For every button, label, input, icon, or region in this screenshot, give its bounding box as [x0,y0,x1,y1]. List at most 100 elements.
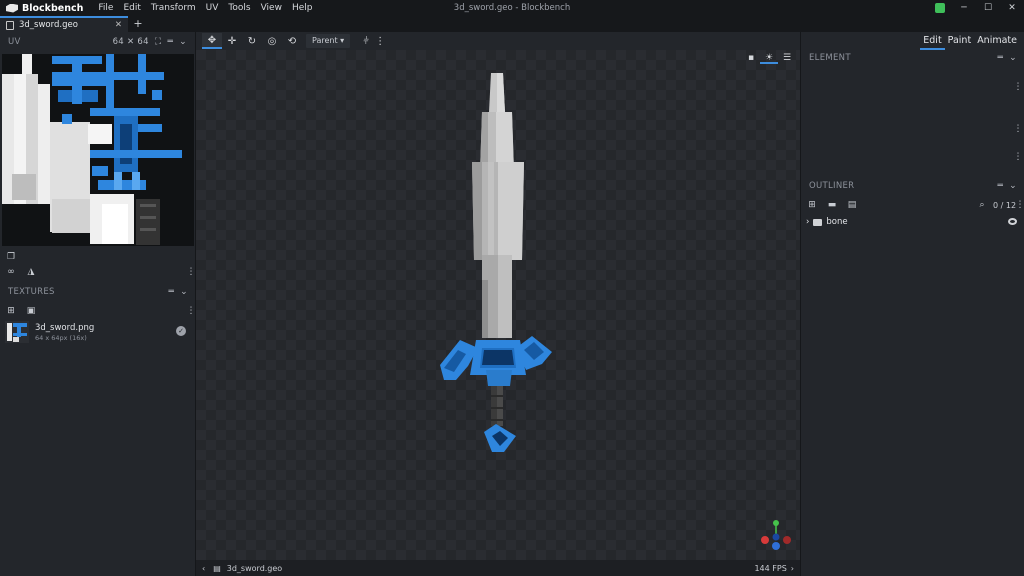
panel-menu-icon[interactable]: ═ [168,287,174,297]
uv-guard [90,108,160,116]
texture-thumbnail [5,321,29,343]
resize-tool-button[interactable]: ✛ [222,33,242,49]
chevron-down-icon[interactable]: ⌄ [179,37,187,47]
axis-gizmo[interactable] [756,516,796,556]
chevron-down-icon[interactable]: ⌄ [1009,53,1017,63]
outliner-item-label: bone [826,217,848,227]
element-panel: ELEMENT ═ ⌄ ⋮ ⋮ ⋮ [801,48,1024,178]
eye-icon[interactable] [1008,218,1017,225]
move-tool-icon: ✥ [207,34,217,46]
menu-help[interactable]: Help [287,0,318,16]
collapse-icon[interactable]: ▤ [847,200,857,210]
outliner-item-bone[interactable]: › bone [801,215,1024,229]
panel-menu-icon[interactable]: ═ [997,53,1003,63]
uv-guard [62,114,72,124]
uv-blade-face [88,124,112,144]
uv-guard [52,72,112,86]
add-cube-icon[interactable]: ⊞ [807,200,817,210]
uv-guard [72,64,82,104]
right-panel: Edit Paint Animate ELEMENT ═ ⌄ ⋮ ⋮ ⋮ OUT… [800,32,1024,576]
transform-space-select[interactable]: Parent ▾ [306,34,351,48]
search-icon[interactable]: ⌕ [977,200,987,210]
resize-icon: ✛ [227,35,237,47]
file-icon [6,20,14,30]
chevron-right-icon[interactable]: › [791,564,794,573]
uv-handle [140,204,156,207]
maximize-button[interactable]: ☐ [976,0,1000,16]
create-texture-icon[interactable]: ▣ [26,306,36,316]
menu-transform[interactable]: Transform [146,0,201,16]
texture-name: 3d_sword.png [35,322,95,333]
chevron-down-icon[interactable]: ⌄ [1009,181,1017,191]
target-icon: ◎ [267,35,277,47]
uv-guard [138,54,146,94]
mirror-modeling-button[interactable]: ⫩ [356,33,376,49]
more-options-icon[interactable]: ⋮ [186,267,196,277]
import-texture-icon[interactable]: ⊞ [6,306,16,316]
uv-editor-canvas[interactable] [2,54,194,246]
chevron-left-icon[interactable]: ‹ [202,564,205,573]
folder-icon [813,218,823,226]
outliner-toolbar: ⊞ ▬ ▤ ⌕ 0 / 12 ⋮ [801,198,1024,212]
texture-item[interactable]: 3d_sword.png 64 x 64px (16x) ✓ [0,319,196,345]
rotate-tool-button[interactable]: ↻ [242,33,262,49]
uv-blade-face [38,84,50,204]
3d-viewport[interactable]: ▪ ☀ ☰ [196,50,800,560]
link-icon[interactable]: ∞ [6,267,16,277]
uv-guard [106,54,114,114]
minimize-button[interactable]: ─ [952,0,976,16]
panel-menu-icon[interactable]: ═ [167,37,173,47]
menu-uv[interactable]: UV [201,0,224,16]
sword-model[interactable] [196,50,800,560]
chevron-right-icon[interactable]: › [806,217,809,227]
left-panel: UV 64 ✕ 64 ⛶ ═ ⌄ ❐ ∞ ◮ ⋮ TEXTURES ═ ⌄ ⊞ … [0,32,196,576]
window-controls: ─ ☐ ✕ [928,0,1024,16]
copy-icon[interactable]: ❐ [6,252,16,262]
close-window-button[interactable]: ✕ [1000,0,1024,16]
more-options-icon[interactable]: ⋮ [1013,82,1023,92]
mirror-icon[interactable]: ◮ [26,267,36,277]
uv-guard [52,56,102,64]
vertex-snap-button[interactable]: ⟲ [282,33,302,49]
update-button[interactable] [928,0,952,16]
uv-handle [140,228,156,231]
mirror-icon: ⫩ [363,35,370,47]
toolbar-more-icon[interactable]: ⋮ [375,33,385,49]
more-options-icon[interactable]: ⋮ [1013,152,1023,162]
tab-label: 3d_sword.geo [19,20,78,30]
menu-tools[interactable]: Tools [223,0,255,16]
chevron-down-icon[interactable]: ⌄ [180,287,188,297]
menu-file[interactable]: File [93,0,118,16]
app-name: Blockbench [22,2,84,14]
panel-menu-icon[interactable]: ═ [997,181,1003,191]
uv-guard [152,90,162,100]
uv-blade-face [102,204,128,244]
pivot-tool-button[interactable]: ◎ [262,33,282,49]
more-options-icon[interactable]: ⋮ [1013,124,1023,134]
element-panel-header: ELEMENT ═ ⌄ [801,48,1024,68]
textures-panel-header: TEXTURES ═ ⌄ [0,282,196,302]
close-tab-icon[interactable]: ✕ [115,20,122,30]
element-panel-title: ELEMENT [809,53,851,63]
add-group-icon[interactable]: ▬ [827,200,837,210]
file-icon: ▤ [213,563,221,573]
title-bar: Blockbench File Edit Transform UV Tools … [0,0,1024,16]
uv-guard [90,150,182,158]
uv-blade-face [52,199,90,233]
tab-3d-sword[interactable]: 3d_sword.geo ✕ [0,16,128,32]
uv-guard [120,124,132,164]
uv-guard [92,166,108,176]
status-bar: ‹ ▤ 3d_sword.geo 144 FPS › [196,560,800,576]
check-icon[interactable]: ✓ [176,326,186,336]
more-options-icon[interactable]: ⋮ [1015,200,1024,210]
new-tab-button[interactable]: + [128,16,148,32]
more-options-icon[interactable]: ⋮ [186,306,196,316]
menu-edit[interactable]: Edit [118,0,145,16]
uv-resolution[interactable]: 64 ✕ 64 [113,37,149,47]
menu-view[interactable]: View [256,0,287,16]
uv-guard [114,172,122,190]
textures-panel-title: TEXTURES [8,287,55,297]
rotate-icon: ↻ [247,35,257,47]
fullscreen-icon[interactable]: ⛶ [155,37,162,47]
move-tool-button[interactable]: ✥ [202,33,222,49]
